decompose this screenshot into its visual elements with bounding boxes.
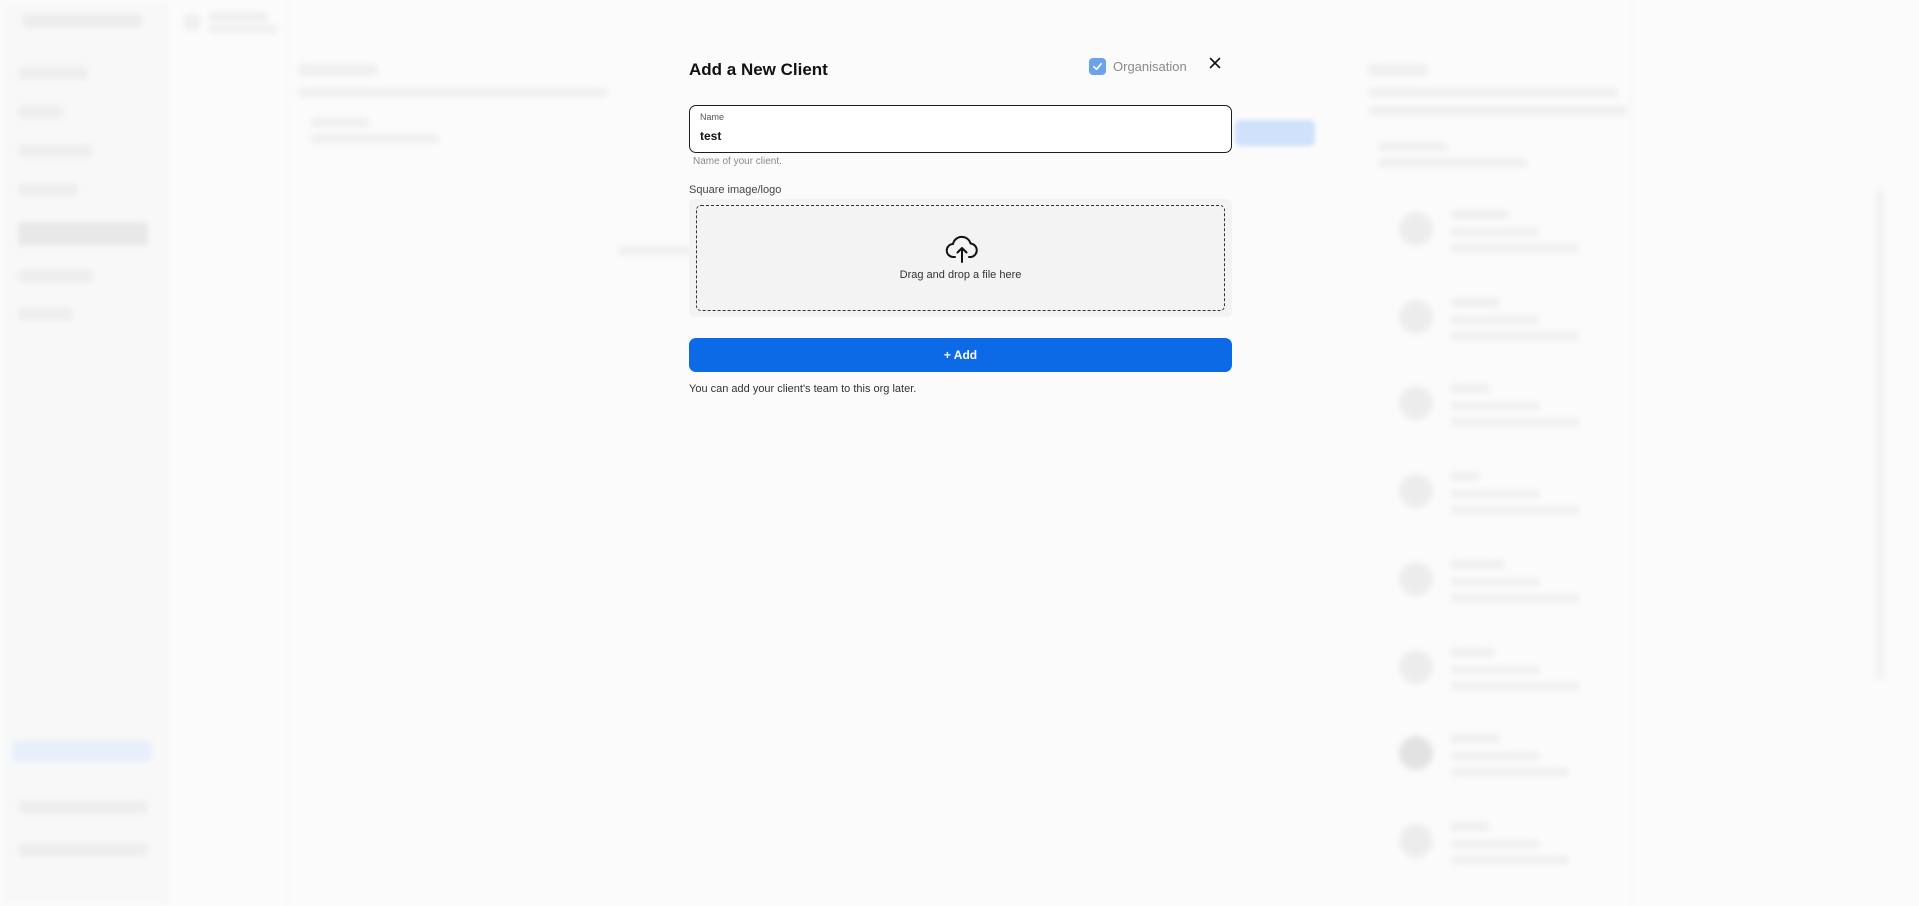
- image-upload-label: Square image/logo: [689, 184, 782, 196]
- background-nav-item: [18, 269, 93, 283]
- add-client-button[interactable]: + Add: [689, 338, 1232, 372]
- background-text: [310, 134, 440, 143]
- background-text: [1450, 228, 1540, 236]
- background-avatar: [1399, 650, 1433, 684]
- background-upgrade-bar: [12, 740, 152, 762]
- dialog-title: Add a New Client: [689, 60, 828, 79]
- cloud-upload-icon: [945, 235, 978, 263]
- name-input[interactable]: [700, 126, 1200, 146]
- background-text: [1450, 666, 1540, 674]
- background-avatar: [1399, 736, 1433, 770]
- background-text: [1450, 578, 1540, 586]
- dropzone-text: Drag and drop a file here: [899, 269, 1022, 281]
- background-avatar: [1399, 474, 1433, 508]
- organisation-label: Organisation: [1113, 59, 1187, 74]
- background-text: [1368, 64, 1428, 76]
- background-text: [1450, 822, 1490, 831]
- name-field[interactable]: Name: [689, 105, 1232, 153]
- background-text: [1378, 158, 1528, 167]
- background-nav-item: [18, 105, 63, 119]
- background-text: [1450, 490, 1540, 498]
- background-nav-item: [18, 222, 148, 246]
- background-text: [310, 118, 370, 127]
- background-user-row: [18, 843, 148, 857]
- background-text: [1450, 682, 1580, 690]
- background-nav-item: [18, 183, 78, 197]
- background-text: [1368, 88, 1618, 97]
- name-field-label: Name: [700, 112, 725, 122]
- background-avatar: [1399, 562, 1433, 596]
- background-text: [1450, 210, 1510, 219]
- background-text: [1450, 752, 1540, 760]
- background-text: [1450, 418, 1580, 426]
- background-text: [1450, 594, 1580, 602]
- background-text: [208, 25, 278, 33]
- background-avatar: [1399, 300, 1433, 334]
- background-text: [1450, 402, 1540, 410]
- background-text: [1450, 506, 1580, 514]
- background-avatar: [1399, 386, 1433, 420]
- background-icon: [184, 14, 200, 30]
- background-scrollbar: [1875, 190, 1885, 680]
- background-avatar: [1399, 212, 1433, 246]
- background-avatar: [1399, 824, 1433, 858]
- background-text: [1378, 142, 1448, 151]
- background-button: [1235, 120, 1315, 146]
- background-text: [1450, 560, 1505, 569]
- background-text: [1450, 734, 1500, 743]
- background-text: [1450, 856, 1570, 864]
- background-text: [208, 12, 268, 22]
- background-text: [1450, 298, 1500, 307]
- check-icon[interactable]: [1089, 58, 1106, 75]
- background-text: [1450, 384, 1490, 393]
- background-logo: [22, 14, 142, 28]
- organisation-checkbox[interactable]: Organisation: [1089, 58, 1187, 75]
- background-nav-item: [18, 144, 93, 158]
- background-text: [1450, 244, 1580, 252]
- background-divider: [165, 0, 287, 906]
- background-text: [298, 88, 608, 97]
- background-text: [1450, 768, 1570, 776]
- background-nav-item: [18, 307, 73, 321]
- background-sidebar: [0, 0, 165, 906]
- background-nav-item: [18, 66, 88, 80]
- image-dropzone-container: Drag and drop a file here: [689, 199, 1232, 317]
- background-text: [1450, 648, 1495, 657]
- background-user-row: [18, 800, 148, 814]
- background-text: [1450, 332, 1580, 340]
- background-text: [298, 64, 378, 76]
- background-text: [1450, 472, 1480, 481]
- background-text: [1368, 106, 1628, 115]
- background-text: [1450, 840, 1540, 848]
- name-helper-text: Name of your client.: [693, 156, 782, 167]
- image-dropzone[interactable]: Drag and drop a file here: [696, 205, 1225, 311]
- close-icon[interactable]: [1209, 57, 1221, 69]
- close-button[interactable]: [1204, 52, 1226, 74]
- add-team-note: You can add your client's team to this o…: [689, 383, 917, 395]
- background-text: [1450, 316, 1540, 324]
